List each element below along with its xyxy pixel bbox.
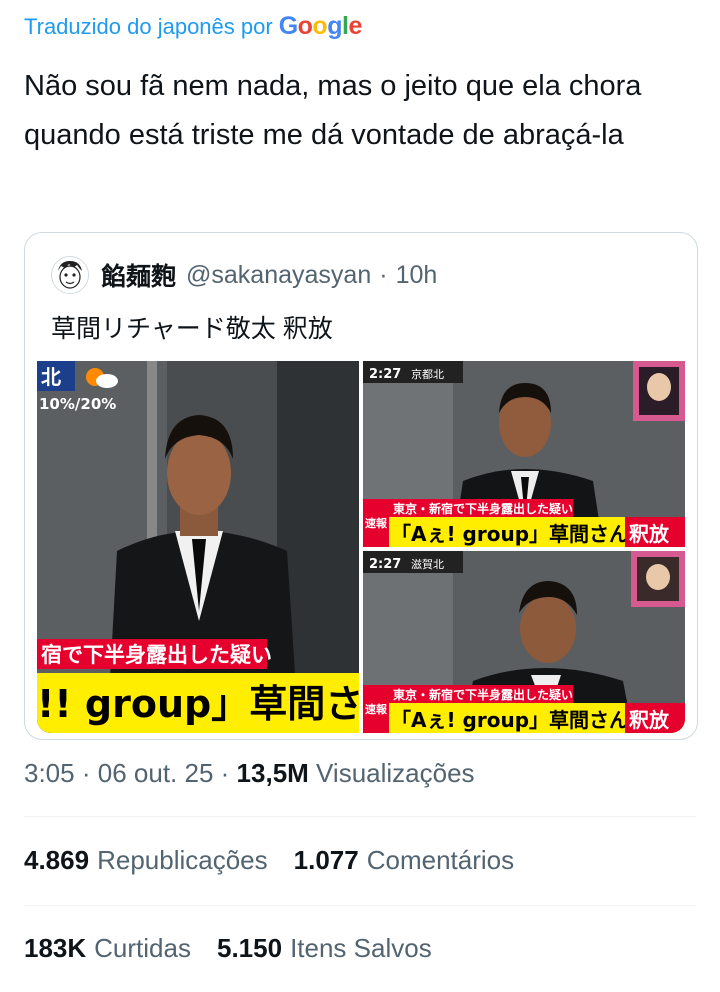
quoted-handle[interactable]: @sakanayasyan: [186, 261, 371, 290]
quoted-tweet[interactable]: 餡麺麭 @sakanayasyan · 10h 草間リチャード敬太 釈放 北 1…: [24, 232, 698, 740]
avatar[interactable]: [51, 256, 89, 294]
translation-label: Traduzido do japonês por: [24, 13, 273, 39]
banner-right-3: 釈放: [629, 708, 670, 732]
time-label-3: 2:27: [369, 557, 401, 572]
weather-label-1: 10%/20%: [39, 395, 116, 413]
stats-row-2: 183K Curtidas 5.150 Itens Salvos: [24, 933, 458, 964]
corner-label-1: 北: [41, 365, 61, 389]
banner-top-3: 東京・新宿で下半身露出した疑い: [393, 687, 573, 702]
likes-label: Curtidas: [94, 933, 191, 963]
banner-top-2: 東京・新宿で下半身露出した疑い: [393, 501, 573, 516]
banner-left-3: 速報: [365, 702, 388, 716]
comments-label: Comentários: [366, 845, 515, 875]
caption-main-1: !! group」草間さ: [37, 682, 359, 726]
bookmarks-label: Itens Salvos: [290, 933, 432, 963]
caption-top-1: 宿で下半身露出した疑い: [41, 643, 272, 667]
likes-stat[interactable]: 183K Curtidas: [24, 933, 191, 964]
divider: [24, 905, 696, 906]
media-grid: 北 10%/20% 宿で下半身露出した疑い !! group」草間さ 2:27 …: [37, 361, 685, 733]
likes-count: 183K: [24, 933, 87, 963]
divider: [24, 816, 696, 817]
news-photo-3[interactable]: 2:27 滋賀北 速報 東京・新宿で下半身露出した疑い 「Aぇ! group」草…: [363, 551, 685, 733]
location-label-2: 京都北: [411, 367, 444, 381]
banner-right-2: 釈放: [629, 522, 670, 546]
separator-dot: ·: [379, 260, 388, 289]
reposts-count: 4.869: [24, 845, 90, 875]
tweet-text: Não sou fã nem nada, mas o jeito que ela…: [24, 70, 642, 151]
bookmarks-stat[interactable]: 5.150 Itens Salvos: [217, 933, 432, 964]
quoted-tweet-header: 餡麺麭 @sakanayasyan · 10h: [51, 255, 437, 295]
views-label: Visualizações: [316, 758, 475, 788]
bookmarks-count: 5.150: [216, 933, 283, 963]
quoted-display-name[interactable]: 餡麺麭: [101, 257, 176, 293]
time-label-2: 2:27: [369, 367, 401, 382]
news-photo-2[interactable]: 2:27 京都北 速報 東京・新宿で下半身露出した疑い 「Aぇ! group」草…: [363, 361, 685, 547]
views-count: 13,5M: [236, 758, 309, 788]
banner-left-2: 速報: [365, 516, 388, 530]
location-label-3: 滋賀北: [411, 558, 444, 571]
quoted-time[interactable]: 10h: [396, 261, 438, 290]
reposts-stat[interactable]: 4.869 Republicações: [24, 845, 268, 876]
tweet-meta: 3:05 · 06 out. 25 · 13,5M Visualizações: [24, 758, 475, 789]
comments-count: 1.077: [293, 845, 359, 875]
meta-sep-1: ·: [81, 758, 91, 788]
reposts-label: Republicações: [97, 845, 268, 875]
google-logo: Google: [278, 12, 363, 40]
banner-main-3: 「Aぇ! group」草間さん: [391, 708, 629, 732]
banner-main-2: 「Aぇ! group」草間さん: [391, 522, 629, 546]
comments-stat[interactable]: 1.077 Comentários: [294, 845, 514, 876]
news-photo-1[interactable]: 北 10%/20% 宿で下半身露出した疑い !! group」草間さ: [37, 361, 359, 733]
quoted-tweet-text: 草間リチャード敬太 釈放: [51, 315, 333, 343]
stats-row-1: 4.869 Republicações 1.077 Comentários: [24, 845, 540, 876]
meta-sep-2: ·: [220, 758, 230, 788]
translation-notice[interactable]: Traduzido do japonês por Google: [24, 12, 362, 41]
tweet-time[interactable]: 3:05: [24, 758, 75, 788]
tweet-date[interactable]: 06 out. 25: [98, 758, 214, 788]
